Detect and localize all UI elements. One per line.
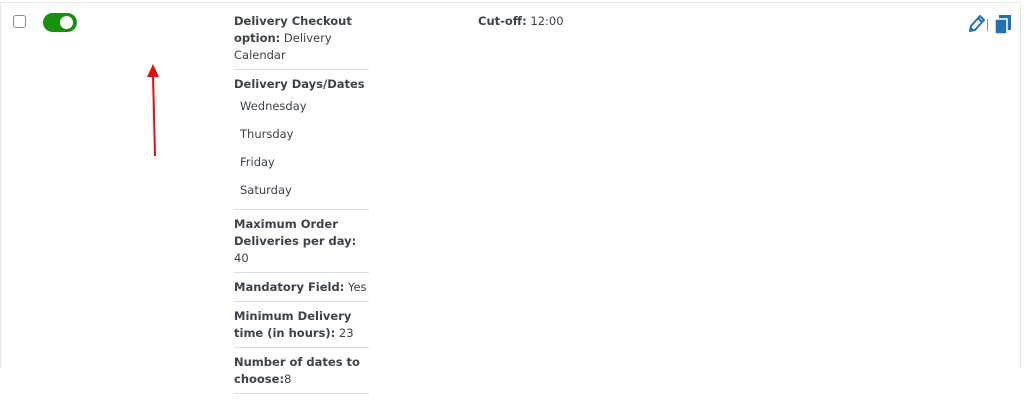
delivery-days-label: Delivery Days/Dates (234, 77, 365, 91)
annotation-arrow (147, 64, 159, 157)
delivery-days-row: Delivery Days/Dates Wednesday Thursday F… (234, 76, 369, 210)
day-item: Wednesday (240, 99, 307, 113)
mandatory-label: Mandatory Field: (234, 280, 345, 294)
mandatory-value: Yes (347, 280, 367, 294)
day-item: Thursday (240, 127, 294, 141)
min-time-label: Minimum Delivery time (in hours): (234, 309, 352, 340)
cutoff-label: Cut-off: (478, 14, 527, 28)
day-item: Saturday (240, 183, 292, 197)
pencil-icon[interactable] (967, 14, 985, 34)
num-dates-value: 8 (284, 372, 292, 386)
cutoff-info: Cut-off: 12:00 (478, 13, 564, 30)
cutoff-value: 12:00 (530, 14, 564, 28)
duplicate-icon[interactable] (994, 14, 1012, 34)
min-time-row: Minimum Delivery time (in hours): 23 (234, 308, 369, 348)
delivery-days-list: Wednesday Thursday Friday Saturday (234, 97, 369, 209)
max-orders-row: Maximum Order Deliveries per day: 40 (234, 216, 369, 273)
action-separator (987, 19, 988, 31)
delivery-rule-row: Delivery Checkout option: Delivery Calen… (0, 2, 1021, 394)
num-dates-row: Number of dates to choose:8 (234, 354, 369, 394)
day-item: Friday (240, 155, 275, 169)
enable-toggle[interactable] (43, 13, 77, 32)
row-actions (967, 14, 1013, 36)
rule-details: Delivery Checkout option: Delivery Calen… (234, 13, 369, 400)
toggle-knob (60, 16, 73, 29)
mandatory-row: Mandatory Field: Yes (234, 279, 369, 302)
checkout-option-row: Delivery Checkout option: Delivery Calen… (234, 13, 369, 70)
row-select-checkbox[interactable] (13, 15, 26, 28)
min-time-value: 23 (338, 326, 354, 340)
num-dates-label: Number of dates to choose: (234, 355, 360, 386)
max-orders-label: Maximum Order Deliveries per day: (234, 217, 357, 248)
max-orders-value: 40 (234, 251, 249, 265)
